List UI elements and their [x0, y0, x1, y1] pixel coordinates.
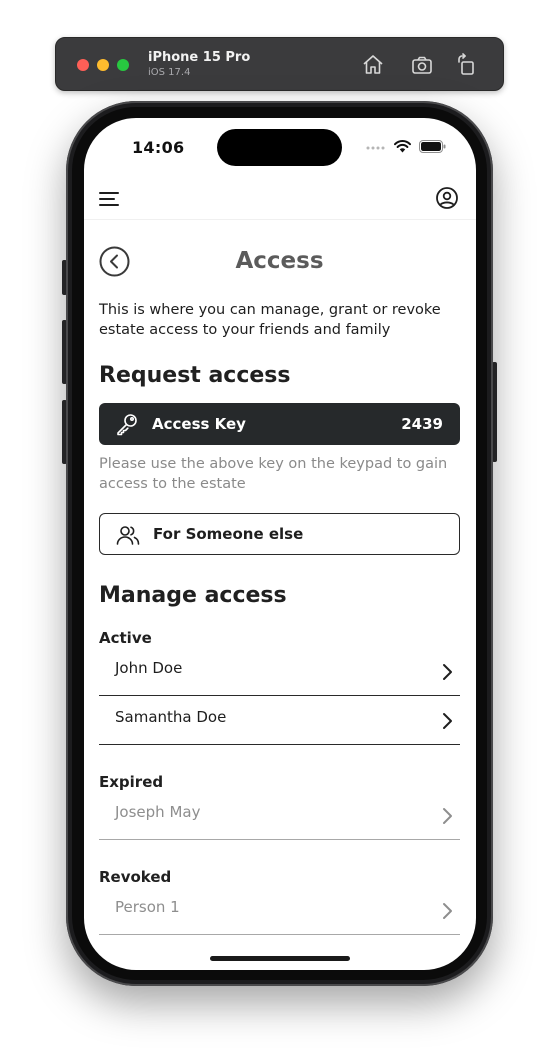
access-key-help: Please use the above key on the keypad t… [99, 456, 448, 492]
os-version: iOS 17.4 [148, 67, 191, 78]
app-header [84, 180, 476, 220]
status-time: 14:06 [132, 138, 185, 157]
rotate-icon[interactable] [455, 53, 479, 77]
list-item[interactable]: Person 1 [99, 887, 460, 935]
chevron-right-icon [443, 808, 452, 824]
simulator-toolbar: iPhone 15 Pro iOS 17.4 [55, 37, 504, 91]
users-icon [116, 526, 140, 545]
person-name: John Doe [115, 659, 183, 677]
page-intro: This is where you can manage, grant or r… [99, 302, 441, 338]
close-window-button[interactable] [77, 59, 89, 71]
request-access-heading: Request access [99, 363, 291, 388]
menu-icon[interactable] [99, 191, 119, 207]
expired-label: Expired [99, 773, 164, 791]
active-label: Active [99, 629, 152, 647]
revoked-label: Revoked [99, 868, 172, 886]
cellular-signal-icon [366, 146, 385, 149]
dynamic-island [217, 129, 342, 166]
phone-screen: 14:06 Access This is where you can manag… [84, 118, 476, 970]
access-key-label: Access Key [152, 415, 246, 433]
list-item[interactable]: John Doe [99, 648, 460, 696]
person-name: Person 1 [115, 898, 180, 916]
page-title: Access [235, 248, 324, 274]
home-icon[interactable] [361, 53, 385, 77]
access-key-card[interactable]: Access Key 2439 [99, 403, 460, 445]
person-name: Samantha Doe [115, 708, 227, 726]
screenshot-icon[interactable] [410, 53, 434, 77]
home-indicator[interactable] [210, 956, 350, 961]
profile-icon[interactable] [435, 186, 459, 210]
chevron-right-icon [443, 713, 452, 729]
for-someone-else-label: For Someone else [153, 525, 304, 543]
chevron-right-icon [443, 664, 452, 680]
for-someone-else-button[interactable]: For Someone else [99, 513, 460, 555]
access-key-code: 2439 [401, 415, 443, 433]
chevron-right-icon [443, 903, 452, 919]
list-item[interactable]: Samantha Doe [99, 697, 460, 745]
person-name: Joseph May [115, 803, 201, 821]
status-icons [366, 140, 446, 153]
device-name: iPhone 15 Pro [148, 50, 251, 65]
manage-access-heading: Manage access [99, 583, 287, 608]
list-item[interactable]: Joseph May [99, 792, 460, 840]
key-icon [117, 414, 137, 436]
minimize-window-button[interactable] [97, 59, 109, 71]
zoom-window-button[interactable] [117, 59, 129, 71]
wifi-icon [394, 140, 411, 153]
battery-icon [419, 140, 446, 153]
